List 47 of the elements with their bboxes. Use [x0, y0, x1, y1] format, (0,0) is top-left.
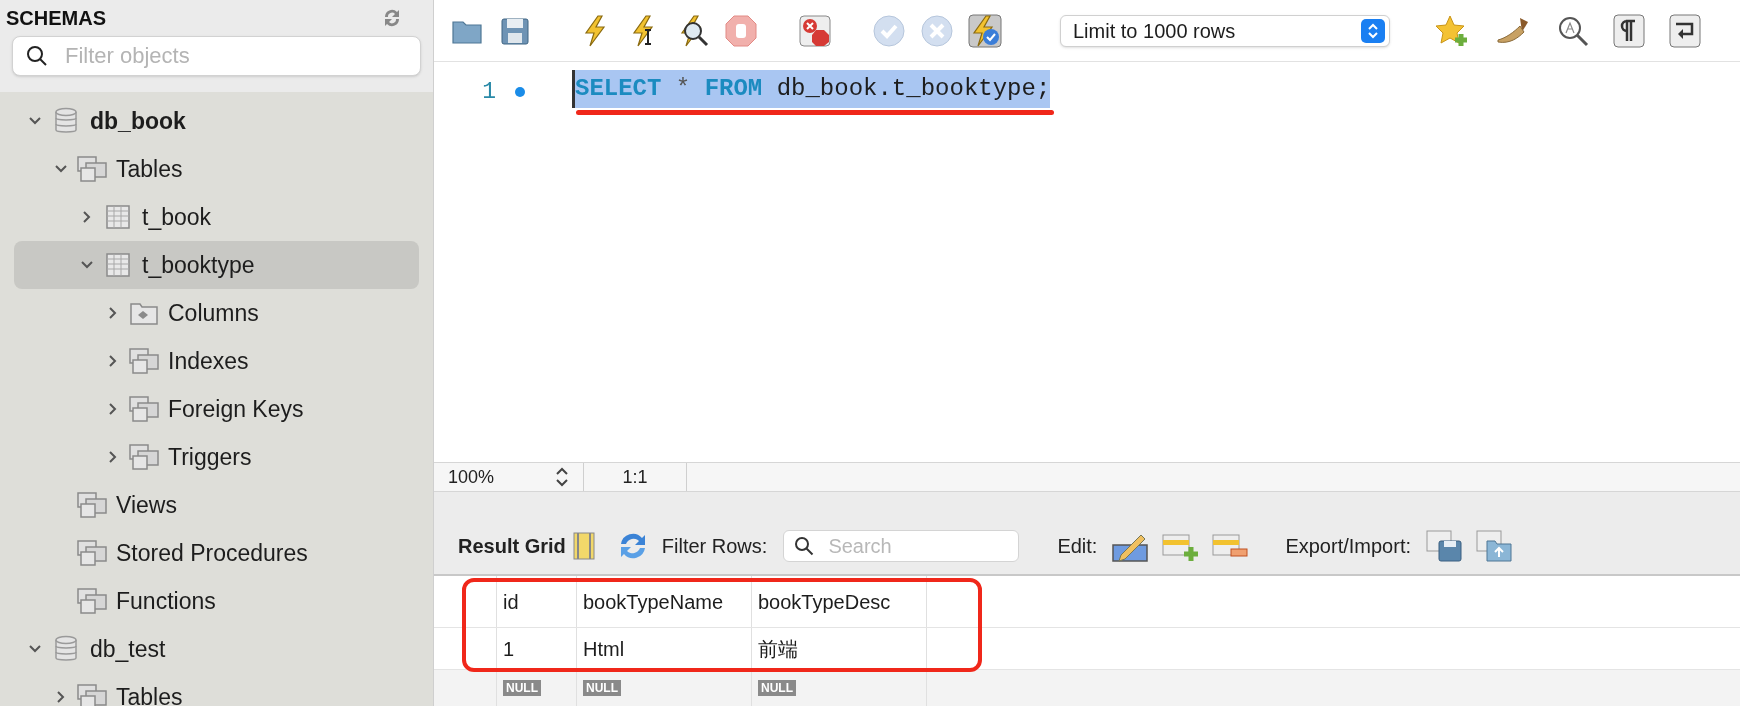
- tree-item-label: Stored Procedures: [116, 538, 308, 568]
- zoom-level: 100%: [448, 465, 495, 489]
- tree-item-label: db_test: [90, 634, 166, 664]
- export-import-label: Export/Import:: [1285, 534, 1411, 559]
- null-tag: NULL: [583, 680, 621, 696]
- null-tag: NULL: [503, 680, 541, 696]
- table-cell: 1: [496, 628, 576, 669]
- table-cell: Html: [576, 628, 751, 669]
- schemas-title: SCHEMAS: [6, 6, 106, 31]
- tree-item-label: Columns: [168, 298, 259, 328]
- tree-item[interactable]: Columns: [14, 289, 419, 337]
- tree-item[interactable]: db_test: [14, 625, 419, 673]
- tree-item[interactable]: db_book: [14, 97, 419, 145]
- tree-item[interactable]: Tables: [14, 673, 419, 706]
- tree-item[interactable]: Views: [14, 481, 419, 529]
- tree-item[interactable]: Foreign Keys: [14, 385, 419, 433]
- tree-item-label: Indexes: [168, 346, 249, 376]
- tree-item-label: Functions: [116, 586, 216, 616]
- tree-item[interactable]: t_booktype: [14, 241, 419, 289]
- null-tag: NULL: [758, 680, 796, 696]
- tree-item[interactable]: Triggers: [14, 433, 419, 481]
- tree-item[interactable]: t_book: [14, 193, 419, 241]
- tree-item-label: Tables: [116, 154, 183, 184]
- tree-item[interactable]: Indexes: [14, 337, 419, 385]
- tree-item[interactable]: Functions: [14, 577, 419, 625]
- tree-item-label: t_book: [142, 202, 212, 232]
- tree-item[interactable]: Stored Procedures: [14, 529, 419, 577]
- search-field[interactable]: Search: [783, 530, 1020, 562]
- line-number: 1: [481, 77, 496, 107]
- result-grid-title: Result Grid: [458, 534, 566, 559]
- tree-item-label: Views: [116, 490, 177, 520]
- tree-item-label: db_book: [90, 106, 186, 136]
- column-header[interactable]: bookTypeDesc: [751, 576, 926, 627]
- tree-item[interactable]: Tables: [14, 145, 419, 193]
- limit-rows-select[interactable]: Limit to 1000 rows: [1060, 14, 1390, 47]
- column-header[interactable]: id: [496, 576, 576, 627]
- column-header[interactable]: bookTypeName: [576, 576, 751, 627]
- table-cell: 前端: [751, 628, 926, 669]
- filter-field[interactable]: Filter objects: [12, 36, 421, 76]
- edit-label: Edit:: [1057, 534, 1098, 559]
- tree-item-label: Foreign Keys: [168, 394, 304, 424]
- filter-rows-label: Filter Rows:: [661, 534, 768, 559]
- tree-item-label: Triggers: [168, 442, 252, 472]
- cursor-position: 1:1: [622, 465, 648, 489]
- sql-statement: SELECT * FROM db_book.t_booktype;: [572, 69, 1051, 108]
- tree-item-label: t_booktype: [142, 250, 255, 280]
- tree-item-label: Tables: [116, 682, 183, 706]
